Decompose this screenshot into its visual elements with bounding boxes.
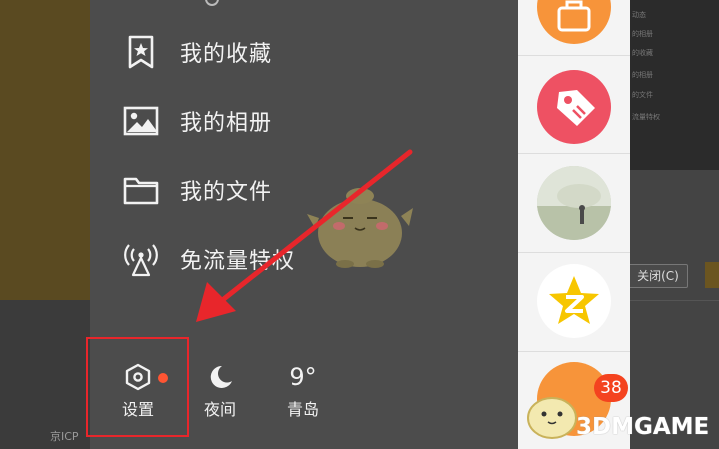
row-separator <box>518 55 630 56</box>
menu-item-favorites[interactable]: 我的收藏 <box>122 32 272 72</box>
background-edge <box>705 262 719 288</box>
menu-item-label: 我的收藏 <box>180 42 273 67</box>
menu-item-label: 我的相册 <box>180 111 273 136</box>
watermark-mascot <box>527 397 577 439</box>
background-mini-item: 流量特权 <box>632 113 660 121</box>
folder-icon <box>122 173 160 207</box>
weather-temperature: 9° <box>289 363 317 391</box>
background-divider <box>630 300 719 301</box>
row-separator <box>518 252 630 253</box>
unread-count-badge: 38 <box>594 374 628 402</box>
signal-tower-icon <box>122 242 160 277</box>
photo-avatar[interactable] <box>537 166 611 240</box>
background-icp-text: 京ICP <box>50 430 79 443</box>
image-icon <box>122 104 160 138</box>
background-close-button: 关闭(C) <box>628 264 688 288</box>
moon-icon <box>190 362 250 392</box>
bookmark-star-icon <box>122 35 160 69</box>
pink-tag-icon[interactable] <box>537 70 611 144</box>
background-panel <box>0 0 90 300</box>
weather-city: 青岛 <box>286 400 319 419</box>
orange-bag-icon[interactable] <box>537 0 611 44</box>
night-mode-label: 夜间 <box>203 400 236 419</box>
background-mini-item: 的文件 <box>632 91 653 99</box>
highlight-box <box>86 337 189 437</box>
menu-item-label: 我的文件 <box>180 180 273 205</box>
menu-item-files[interactable]: 我的文件 <box>122 170 272 210</box>
background-right-menu <box>630 0 719 170</box>
background-mini-item: 的相册 <box>632 71 653 79</box>
weather-widget[interactable]: 9° 青岛 <box>273 362 333 420</box>
background-mini-item: 的收藏 <box>632 49 653 57</box>
menu-item-free-data[interactable]: 免流量特权 <box>122 239 295 279</box>
menu-item-label: 免流量特权 <box>180 249 296 274</box>
night-mode-button[interactable]: 夜间 <box>190 362 250 420</box>
watermark-text: 3DMGAME <box>576 414 710 440</box>
row-separator <box>518 153 630 154</box>
mascot-illustration <box>307 188 413 268</box>
background-mini-item: 的相册 <box>632 30 653 38</box>
background-mini-item: 动态 <box>632 11 646 19</box>
background-panel-lower <box>0 300 90 449</box>
row-separator <box>518 351 630 352</box>
menu-item-album[interactable]: 我的相册 <box>122 101 272 141</box>
qzone-star-icon[interactable] <box>537 264 611 338</box>
